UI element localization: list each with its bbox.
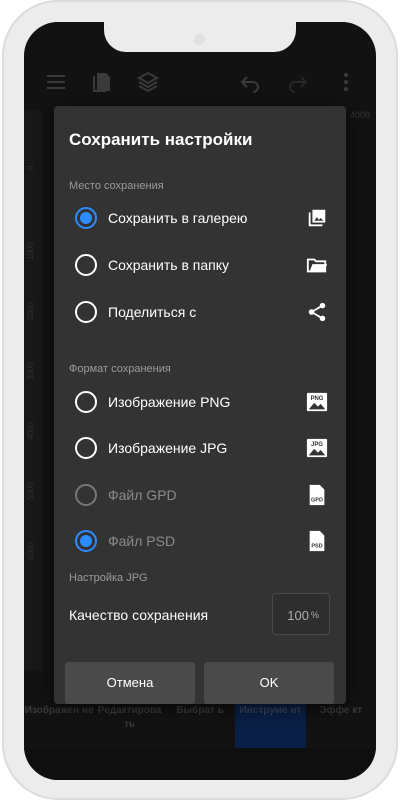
svg-text:PSD: PSD: [311, 543, 322, 549]
phone-notch: [104, 22, 296, 52]
svg-text:GPD: GPD: [311, 497, 323, 503]
option-label: Файл PSD: [108, 533, 176, 549]
option-gpd[interactable]: Файл GPD GPD: [54, 475, 346, 519]
section-jpg-settings: Настройка JPG: [69, 572, 148, 584]
front-camera: [194, 34, 205, 45]
option-share-with[interactable]: Поделиться с: [54, 292, 346, 336]
svg-text:PNG: PNG: [311, 396, 324, 402]
option-label: Сохранить в папку: [108, 257, 230, 273]
gallery-icon: [308, 209, 326, 227]
section-save-location: Место сохранения: [69, 180, 164, 192]
png-file-icon: PNG: [306, 392, 328, 412]
option-png[interactable]: Изображение PNG PNG: [54, 382, 346, 426]
quality-input[interactable]: 100 %: [272, 593, 330, 635]
quality-value: 100: [287, 608, 309, 623]
cancel-button[interactable]: Отмена: [65, 662, 195, 704]
save-settings-dialog: Сохранить настройки Место сохранения Сох…: [54, 106, 346, 704]
psd-file-icon: PSD: [309, 530, 325, 552]
option-jpg[interactable]: Изображение JPG JPG: [54, 428, 346, 472]
radio-disabled[interactable]: [75, 484, 97, 506]
option-label: Поделиться с: [108, 304, 197, 320]
radio[interactable]: [75, 254, 97, 276]
radio[interactable]: [75, 437, 97, 459]
section-save-format: Формат сохранения: [69, 363, 171, 375]
option-save-to-folder[interactable]: Сохранить в папку: [54, 245, 346, 289]
option-psd[interactable]: Файл PSD PSD: [54, 521, 346, 565]
ok-button[interactable]: OK: [204, 662, 334, 704]
quality-label: Качество сохранения: [69, 607, 209, 623]
share-icon: [308, 302, 326, 322]
radio[interactable]: [75, 301, 97, 323]
radio[interactable]: [75, 391, 97, 413]
option-save-to-gallery[interactable]: Сохранить в галерею: [54, 198, 346, 242]
gpd-file-icon: GPD: [309, 484, 325, 506]
svg-text:JPG: JPG: [311, 442, 323, 448]
radio-selected[interactable]: [75, 530, 97, 552]
radio-selected[interactable]: [75, 207, 97, 229]
phone-screen: 4000 0 1000 2000 3000 4000 5000 6000 Изо…: [24, 22, 376, 780]
option-label: Изображение PNG: [108, 394, 231, 410]
quality-unit: %: [310, 610, 319, 620]
option-label: Файл GPD: [108, 487, 177, 503]
option-label: Изображение JPG: [108, 440, 228, 456]
jpg-file-icon: JPG: [306, 438, 328, 458]
option-label: Сохранить в галерею: [108, 210, 248, 226]
dialog-title: Сохранить настройки: [69, 130, 253, 149]
folder-icon: [306, 258, 328, 273]
